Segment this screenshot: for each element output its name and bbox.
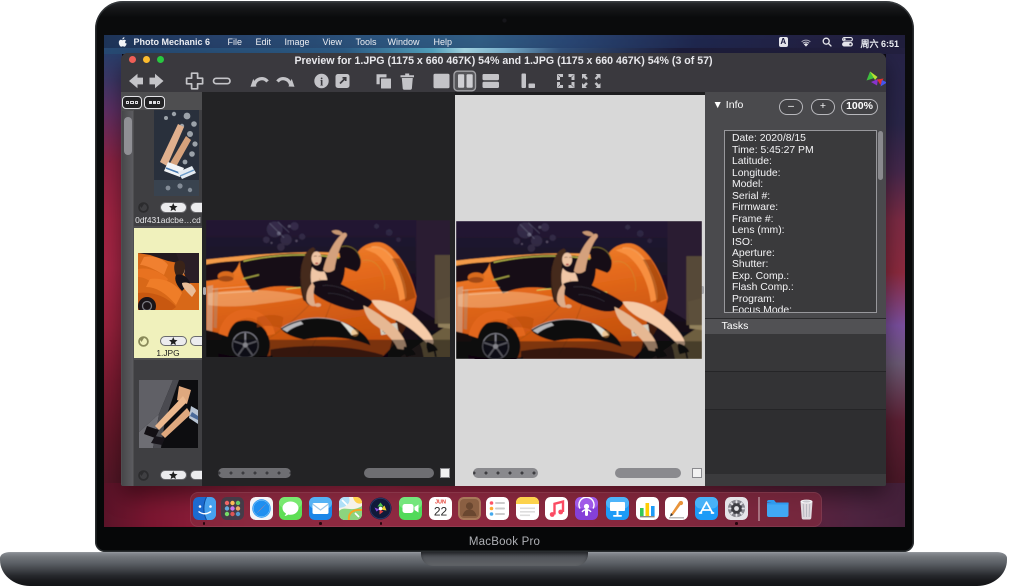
svg-text:22: 22 xyxy=(433,504,447,518)
